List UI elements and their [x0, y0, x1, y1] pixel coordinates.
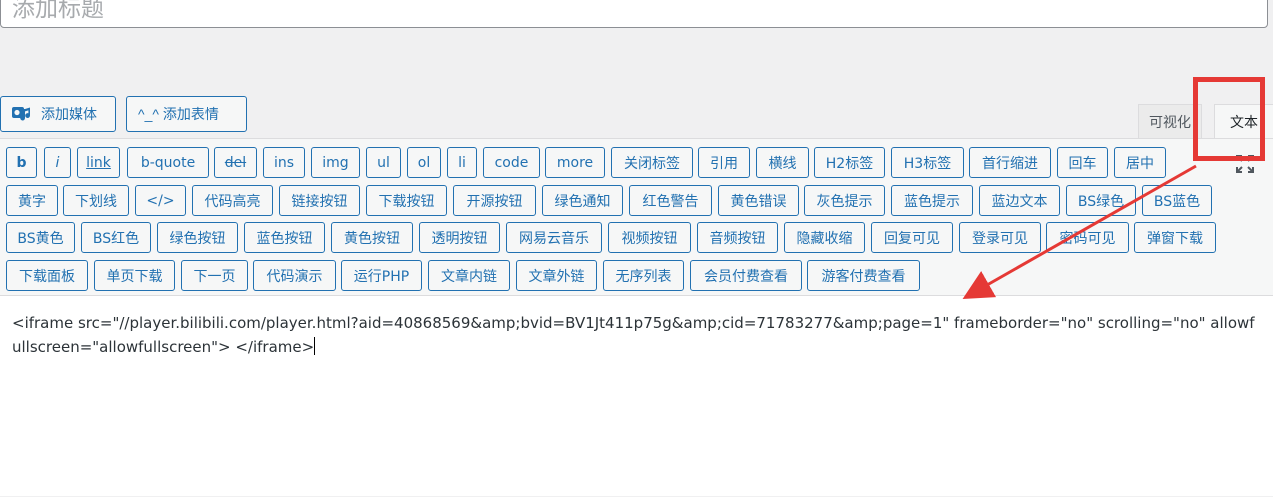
- qt-bs-green-button[interactable]: BS绿色: [1066, 185, 1136, 216]
- qt-yellow-text-button[interactable]: 黄字: [6, 185, 58, 216]
- qt-audio-btn-button[interactable]: 音频按钮: [697, 222, 778, 253]
- qt-hr-button[interactable]: 横线: [756, 147, 809, 178]
- qt-collapse-button[interactable]: 隐藏收缩: [784, 222, 865, 253]
- qt-li-button[interactable]: li: [447, 147, 477, 178]
- qt-underline-button[interactable]: 下划线: [63, 185, 129, 216]
- quicktags-toolbar: b i link b-quote del ins img ul ol li co…: [0, 139, 1273, 296]
- qt-code-highlight-button[interactable]: 代码高亮: [192, 185, 273, 216]
- qt-code-demo-button[interactable]: 代码演示: [253, 260, 336, 291]
- qt-blue-btn-button[interactable]: 蓝色按钮: [244, 222, 325, 253]
- qt-yellow-btn-button[interactable]: 黄色按钮: [331, 222, 413, 253]
- qt-red-warning-button[interactable]: 红色警告: [629, 185, 712, 216]
- qt-blue-border-text-button[interactable]: 蓝边文本: [979, 185, 1060, 216]
- qt-external-link-button[interactable]: 文章外链: [516, 260, 597, 291]
- qt-bs-blue-button[interactable]: BS蓝色: [1142, 185, 1212, 216]
- qt-link-btn-button[interactable]: 链接按钮: [279, 185, 360, 216]
- qt-download-btn-button[interactable]: 下载按钮: [366, 185, 447, 216]
- qt-close-tags-button[interactable]: 关闭标签: [611, 147, 693, 178]
- qt-ol-button[interactable]: ol: [407, 147, 441, 178]
- add-media-button[interactable]: 添加媒体: [0, 96, 116, 132]
- qt-password-visible-button[interactable]: 密码可见: [1046, 222, 1129, 253]
- content-textarea[interactable]: <iframe src="//player.bilibili.com/playe…: [0, 297, 1273, 497]
- add-emoji-button[interactable]: ^_^ 添加表情: [126, 96, 247, 132]
- title-field[interactable]: [0, 0, 1268, 28]
- qt-ins-button[interactable]: ins: [263, 147, 305, 178]
- qt-inline-code-button[interactable]: </>: [135, 185, 186, 216]
- qt-quote-button[interactable]: 引用: [698, 147, 750, 178]
- qt-popup-download-button[interactable]: 弹窗下载: [1134, 222, 1216, 253]
- fullscreen-icon[interactable]: [1234, 153, 1256, 175]
- qt-code-button[interactable]: code: [483, 147, 540, 178]
- qt-bs-red-button[interactable]: BS红色: [81, 222, 151, 253]
- qt-center-button[interactable]: 居中: [1114, 147, 1166, 178]
- content-text: <iframe src="//player.bilibili.com/playe…: [12, 314, 1255, 356]
- qt-link-button[interactable]: link: [77, 147, 120, 178]
- qt-netease-music-button[interactable]: 网易云音乐: [506, 222, 602, 253]
- text-editor: b i link b-quote del ins img ul ol li co…: [0, 138, 1273, 496]
- qt-green-btn-button[interactable]: 绿色按钮: [157, 222, 238, 253]
- qt-img-button[interactable]: img: [311, 147, 360, 178]
- text-cursor: [314, 337, 316, 355]
- tab-visual-label: 可视化: [1149, 114, 1191, 131]
- qt-run-php-button[interactable]: 运行PHP: [341, 260, 422, 291]
- qt-unordered-list-button[interactable]: 无序列表: [603, 260, 684, 291]
- add-media-label: 添加媒体: [41, 106, 97, 122]
- qt-single-download-button[interactable]: 单页下载: [94, 260, 175, 291]
- tab-text-label: 文本: [1230, 114, 1258, 131]
- tab-text[interactable]: 文本: [1214, 104, 1273, 138]
- qt-video-btn-button[interactable]: 视频按钮: [608, 222, 691, 253]
- qt-next-page-button[interactable]: 下一页: [181, 260, 248, 291]
- qt-guest-paid-button[interactable]: 游客付费查看: [807, 260, 920, 291]
- qt-h3-button[interactable]: H3标签: [891, 147, 964, 178]
- qt-yellow-error-button[interactable]: 黄色错误: [718, 185, 799, 216]
- qt-gray-tip-button[interactable]: 灰色提示: [804, 185, 885, 216]
- qt-login-visible-button[interactable]: 登录可见: [959, 222, 1041, 253]
- title-input[interactable]: [10, 0, 1258, 23]
- qt-del-button[interactable]: del: [214, 147, 257, 178]
- qt-bs-yellow-button[interactable]: BS黄色: [6, 222, 75, 253]
- qt-reply-visible-button[interactable]: 回复可见: [871, 222, 953, 253]
- tab-visual[interactable]: 可视化: [1138, 104, 1202, 138]
- qt-green-notice-button[interactable]: 绿色通知: [542, 185, 623, 216]
- qt-member-paid-button[interactable]: 会员付费查看: [690, 260, 802, 291]
- qt-opensource-btn-button[interactable]: 开源按钮: [453, 185, 536, 216]
- qt-blue-tip-button[interactable]: 蓝色提示: [891, 185, 973, 216]
- qt-italic-button[interactable]: i: [44, 147, 71, 178]
- qt-more-button[interactable]: more: [545, 147, 605, 178]
- qt-indent-button[interactable]: 首行缩进: [969, 147, 1051, 178]
- media-icon: [11, 104, 33, 124]
- qt-blockquote-button[interactable]: b-quote: [127, 147, 209, 178]
- qt-enter-button[interactable]: 回车: [1057, 147, 1108, 178]
- qt-download-panel-button[interactable]: 下载面板: [6, 260, 88, 291]
- add-emoji-label: ^_^ 添加表情: [138, 106, 219, 122]
- qt-transparent-btn-button[interactable]: 透明按钮: [419, 222, 500, 253]
- qt-bold-button[interactable]: b: [6, 147, 37, 178]
- qt-h2-button[interactable]: H2标签: [814, 147, 885, 178]
- qt-ul-button[interactable]: ul: [366, 147, 401, 178]
- qt-internal-link-button[interactable]: 文章内链: [428, 260, 510, 291]
